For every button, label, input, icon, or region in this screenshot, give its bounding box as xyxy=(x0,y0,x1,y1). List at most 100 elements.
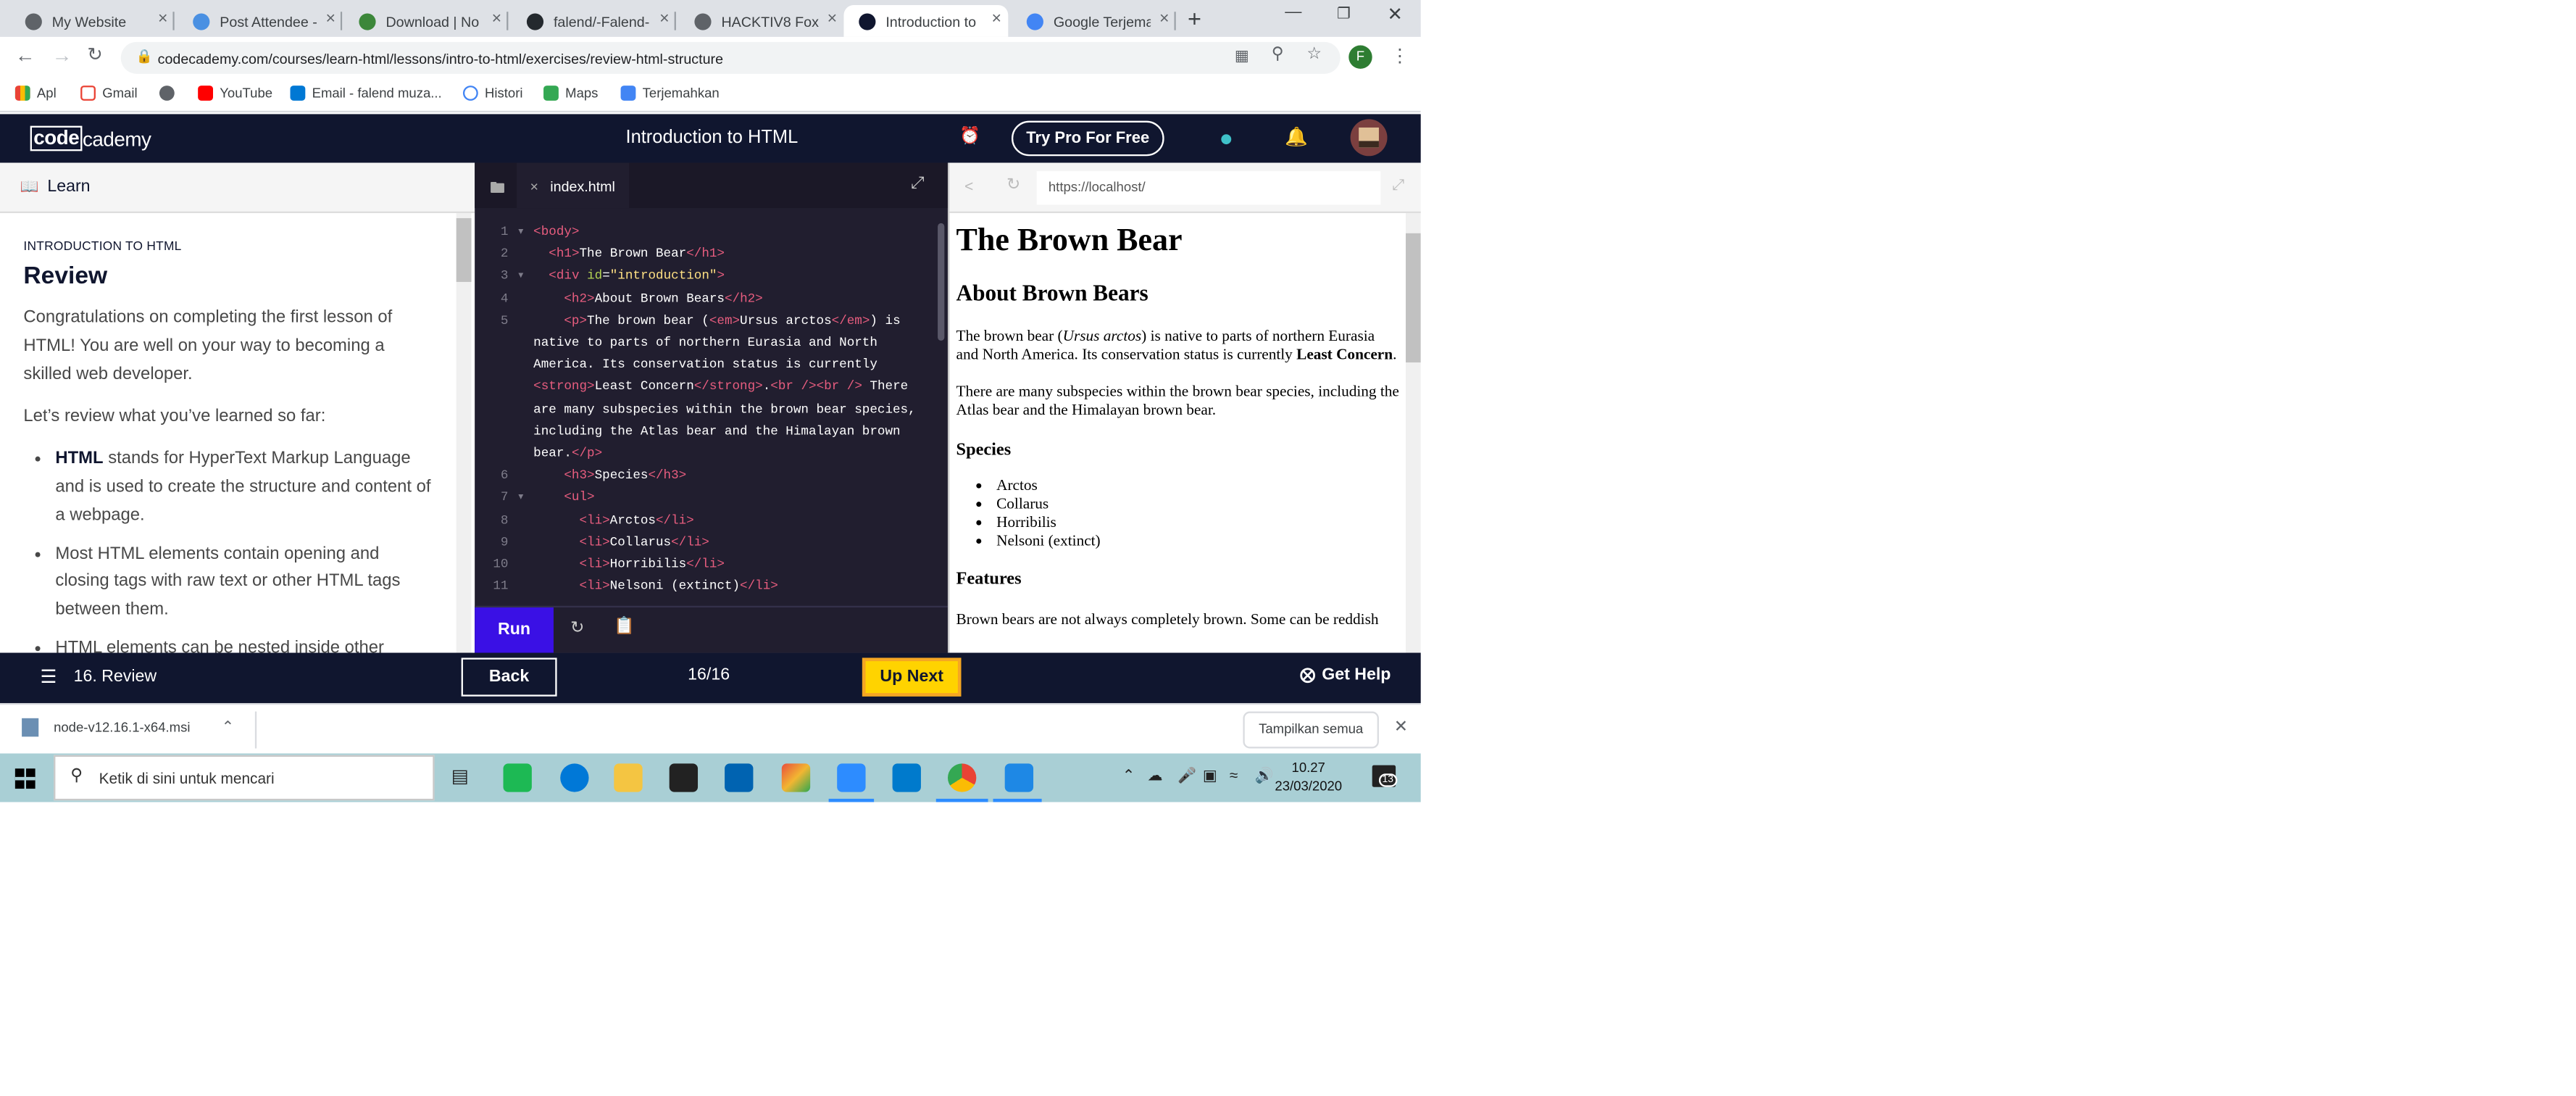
bookmark-maps[interactable]: Maps xyxy=(543,86,598,101)
browser-tab[interactable]: falend/-Falend- × xyxy=(512,5,676,37)
taskbar-search-box[interactable]: ⚲ Ketik di sini untuk mencari xyxy=(54,755,435,801)
close-tab-icon[interactable]: × xyxy=(1159,10,1170,28)
scroll-thumb[interactable] xyxy=(1405,233,1421,363)
browser-tab[interactable]: Download | No × xyxy=(344,5,509,37)
close-tab-icon[interactable]: × xyxy=(325,10,335,28)
battery-icon[interactable]: ▣ xyxy=(1203,767,1217,785)
reload-icon[interactable]: ↻ xyxy=(87,43,102,66)
browser-tab[interactable]: Post Attendee - × xyxy=(178,5,343,37)
bookmark-youtube[interactable]: YouTube xyxy=(198,86,272,101)
preview-scrollbar[interactable] xyxy=(1405,213,1421,653)
chrome-icon[interactable] xyxy=(947,763,977,792)
globe-icon xyxy=(159,86,175,101)
back-arrow-icon[interactable]: ← xyxy=(15,43,36,67)
bookmark-star-icon[interactable]: ☆ xyxy=(1306,46,1322,64)
codecademy-logo[interactable]: code cademy xyxy=(30,125,151,151)
alarm-clock-icon[interactable]: ⏰ xyxy=(959,128,980,146)
fold-arrow-icon[interactable]: ▾ xyxy=(508,267,533,290)
close-tab-icon[interactable]: × xyxy=(659,10,670,28)
chevron-up-tray-icon[interactable]: ⌃ xyxy=(1122,767,1135,785)
forward-arrow-icon[interactable]: → xyxy=(52,43,72,67)
address-bar[interactable]: 🔒 codecademy.com/courses/learn-html/less… xyxy=(120,41,1341,74)
expand-icon[interactable]: ⤢ xyxy=(911,175,925,193)
tab-separator xyxy=(507,12,509,30)
close-tab-icon[interactable]: × xyxy=(492,10,502,28)
clipboard-icon[interactable]: 📋 xyxy=(614,618,635,636)
browser-tab[interactable]: HACKTIV8 FoxH × xyxy=(680,5,844,37)
show-all-button[interactable]: Tampilkan semua xyxy=(1243,711,1379,749)
close-tab-icon[interactable]: × xyxy=(992,10,1002,28)
task-view-icon[interactable]: ▤ xyxy=(451,765,469,787)
folder-icon[interactable]: 🖿 xyxy=(490,176,505,203)
code-text: are many subspecies within the brown bea… xyxy=(533,404,916,418)
search-icon: ⚲ xyxy=(70,766,83,786)
profile-avatar[interactable]: F xyxy=(1349,45,1372,69)
line-number xyxy=(475,334,508,357)
user-avatar[interactable] xyxy=(1350,119,1388,157)
browser-tab[interactable]: My Website × xyxy=(10,5,175,37)
mail-icon[interactable] xyxy=(725,763,754,792)
preview-back-icon[interactable]: < xyxy=(964,178,973,194)
bookmark-gmail[interactable]: Gmail xyxy=(80,86,138,101)
bookmark-globe[interactable] xyxy=(159,86,181,101)
show-all-label: Tampilkan semua xyxy=(1259,721,1364,737)
up-next-button[interactable]: Up Next xyxy=(862,657,962,697)
scroll-thumb[interactable] xyxy=(456,217,472,282)
editor-run-bar: Run ↻ 📋 xyxy=(475,605,948,655)
code-text: <ul> xyxy=(564,492,595,506)
new-tab-button[interactable]: + xyxy=(1188,5,1201,32)
preview-expand-icon[interactable]: ⤢ xyxy=(1392,176,1404,194)
reset-icon[interactable]: ↻ xyxy=(570,619,584,637)
close-tab-icon[interactable]: × xyxy=(828,10,838,28)
fold-arrow-icon[interactable]: ▾ xyxy=(508,489,533,512)
try-pro-button[interactable]: Try Pro For Free xyxy=(1011,120,1164,157)
browser-tab[interactable]: Introduction to × xyxy=(843,4,1009,37)
get-help-button[interactable]: ⨂ Get Help xyxy=(1300,666,1391,684)
edge-icon[interactable] xyxy=(560,763,589,792)
close-window-button[interactable]: ✕ xyxy=(1388,4,1403,25)
translate-icon[interactable]: ▦ xyxy=(1235,47,1249,65)
preview-reload-icon[interactable]: ↻ xyxy=(1006,176,1020,194)
spotify-icon[interactable] xyxy=(503,763,532,792)
bookmark-history[interactable]: Histori xyxy=(462,86,523,101)
wifi-icon[interactable]: ≈ xyxy=(1230,767,1238,784)
close-tab-icon[interactable]: × xyxy=(158,10,168,28)
code-area[interactable]: 1 ▾ <body> 2 <h1>The Brown Bear</h1> 3 ▾ <div… xyxy=(475,223,936,605)
download-item[interactable]: node-v12.16.1-x64.msi xyxy=(22,718,190,737)
vscode-icon[interactable] xyxy=(892,763,921,792)
windows-start-icon[interactable] xyxy=(14,768,36,789)
minimize-button[interactable]: — xyxy=(1285,4,1301,22)
file-explorer-icon[interactable] xyxy=(614,763,643,792)
close-shelf-icon[interactable]: ✕ xyxy=(1394,718,1408,736)
rendered-paragraph: The brown bear (Ursus arctos) is native … xyxy=(956,327,1401,364)
lesson-menu-button[interactable]: ☰ 16. Review xyxy=(41,666,157,688)
lesson-scrollbar[interactable] xyxy=(456,213,472,653)
zoom-icon[interactable]: ⚲ xyxy=(1272,46,1284,64)
chat-app-icon[interactable] xyxy=(1004,763,1034,792)
bookmark-translate[interactable]: Terjemahkan xyxy=(620,86,720,101)
onedrive-icon[interactable]: ☁ xyxy=(1147,767,1162,785)
bookmark-email[interactable]: Email - falend muza... xyxy=(290,86,442,101)
volume-icon[interactable]: 🔊 xyxy=(1255,767,1274,785)
preview-url-field[interactable]: https://localhost/ xyxy=(1036,171,1381,205)
notification-center-icon[interactable]: 13 xyxy=(1372,765,1397,787)
more-menu-icon[interactable]: ⋮ xyxy=(1391,46,1409,67)
fold-arrow-icon[interactable]: ▾ xyxy=(508,223,533,246)
back-button[interactable]: Back xyxy=(461,657,557,697)
browser-tab[interactable]: Google Terjema × xyxy=(1012,5,1176,37)
code-line: 1 ▾ <body> xyxy=(475,223,936,246)
restore-button[interactable]: ❐ xyxy=(1337,5,1351,23)
editor-scrollbar[interactable] xyxy=(938,223,945,341)
file-tab-index[interactable]: × index.html xyxy=(517,162,629,209)
store-icon[interactable] xyxy=(669,763,699,792)
sourcetree-icon[interactable] xyxy=(781,763,811,792)
learn-tab[interactable]: 📖 Learn xyxy=(0,162,475,214)
bell-icon[interactable]: 🔔 xyxy=(1285,126,1308,148)
run-button[interactable]: Run xyxy=(475,607,554,655)
close-file-icon[interactable]: × xyxy=(530,177,539,194)
chevron-up-icon[interactable]: ⌃ xyxy=(222,718,234,736)
bookmark-apps[interactable]: Apl xyxy=(14,86,57,101)
zoom-app-icon[interactable] xyxy=(837,763,866,792)
clock[interactable]: 10.27 23/03/2020 xyxy=(1275,758,1342,795)
microphone-icon[interactable]: 🎤 xyxy=(1177,767,1196,785)
